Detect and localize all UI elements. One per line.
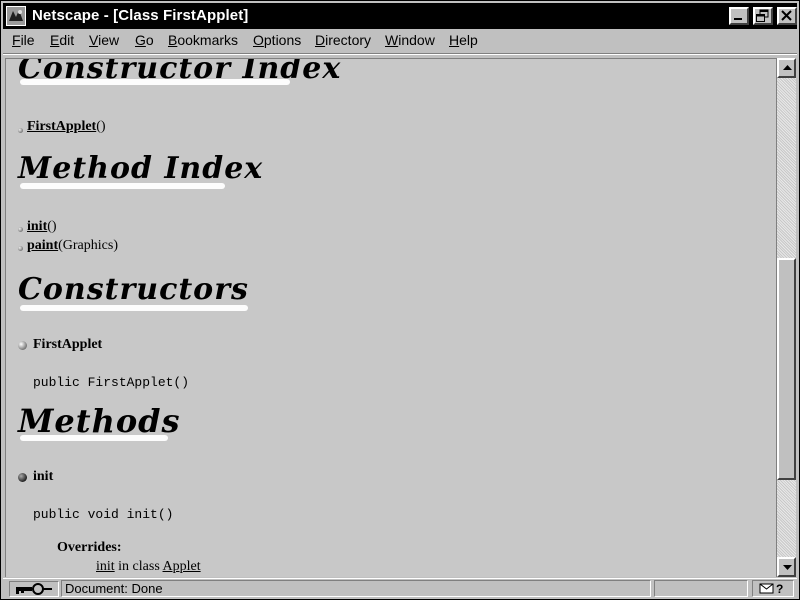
progress-field: [654, 580, 748, 597]
browser-window: Netscape - [Class FirstApplet] File Edit…: [0, 0, 800, 600]
method-index-item-init: init(): [27, 219, 57, 234]
page-content: Constructor Index FirstApplet() Method I…: [5, 58, 776, 577]
menu-bookmarks[interactable]: Bookmarks: [168, 32, 238, 48]
arrow-up-icon: [783, 65, 792, 70]
dark-ball-icon: [18, 473, 27, 482]
arrow-down-icon: [783, 565, 792, 570]
methods-heading: Methods: [18, 402, 181, 441]
menu-options[interactable]: Options: [253, 32, 301, 48]
constructors-heading: Constructors: [18, 272, 249, 311]
menu-help[interactable]: Help: [449, 32, 478, 48]
svg-text:?: ?: [776, 582, 783, 595]
window-title: Netscape - [Class FirstApplet]: [32, 7, 249, 24]
grey-ball-icon: [18, 341, 27, 350]
bullet-icon: [18, 246, 23, 251]
scroll-down-button[interactable]: [777, 557, 796, 577]
method-index-item-paint: paint(Graphics): [27, 238, 118, 253]
applet-class-link[interactable]: Applet: [163, 559, 201, 574]
close-icon: [781, 10, 792, 21]
constructor-signature: public FirstApplet(): [33, 375, 190, 390]
menu-view[interactable]: View: [89, 32, 119, 48]
maximize-icon: [756, 9, 769, 22]
menu-separator: [3, 53, 797, 55]
close-button[interactable]: [777, 7, 797, 25]
vertical-scrollbar[interactable]: [776, 58, 796, 577]
menu-directory[interactable]: Directory: [315, 32, 371, 48]
constructor-index-heading: Constructor Index: [18, 58, 342, 86]
menu-edit[interactable]: Edit: [50, 32, 74, 48]
status-text: Document: Done: [61, 580, 651, 597]
mail-icon: ?: [759, 582, 783, 596]
netscape-icon[interactable]: [6, 6, 26, 26]
bullet-icon: [18, 128, 23, 133]
minimize-button[interactable]: [729, 7, 749, 25]
menu-bar: File Edit View Go Bookmarks Options Dire…: [3, 30, 797, 52]
scroll-thumb[interactable]: [777, 258, 796, 480]
paint-method-link[interactable]: paint: [27, 238, 58, 253]
menu-file[interactable]: File: [12, 32, 35, 48]
bullet-icon: [18, 227, 23, 232]
init-method-link[interactable]: init: [27, 219, 47, 234]
constructor-name: FirstApplet: [33, 337, 103, 352]
method-name: init: [33, 469, 54, 484]
method-signature: public void init(): [33, 507, 174, 522]
title-bar[interactable]: Netscape - [Class FirstApplet]: [3, 3, 797, 29]
maximize-button[interactable]: [753, 7, 773, 25]
menu-window[interactable]: Window: [385, 32, 435, 48]
status-bar: Document: Done ?: [3, 578, 797, 598]
overrides-init-link[interactable]: init: [96, 559, 115, 574]
menu-go[interactable]: Go: [135, 32, 154, 48]
overrides-label: Overrides:: [57, 540, 122, 555]
method-index-heading: Method Index: [18, 151, 263, 189]
key-icon: [16, 583, 52, 595]
mail-indicator[interactable]: ?: [752, 580, 794, 597]
security-indicator[interactable]: [9, 581, 59, 597]
overrides-line: init in class Applet: [96, 559, 201, 574]
minimize-icon: [734, 18, 742, 20]
constructor-index-item: FirstApplet(): [27, 119, 106, 134]
firstapplet-constructor-link[interactable]: FirstApplet: [27, 119, 96, 134]
scroll-up-button[interactable]: [777, 58, 796, 78]
